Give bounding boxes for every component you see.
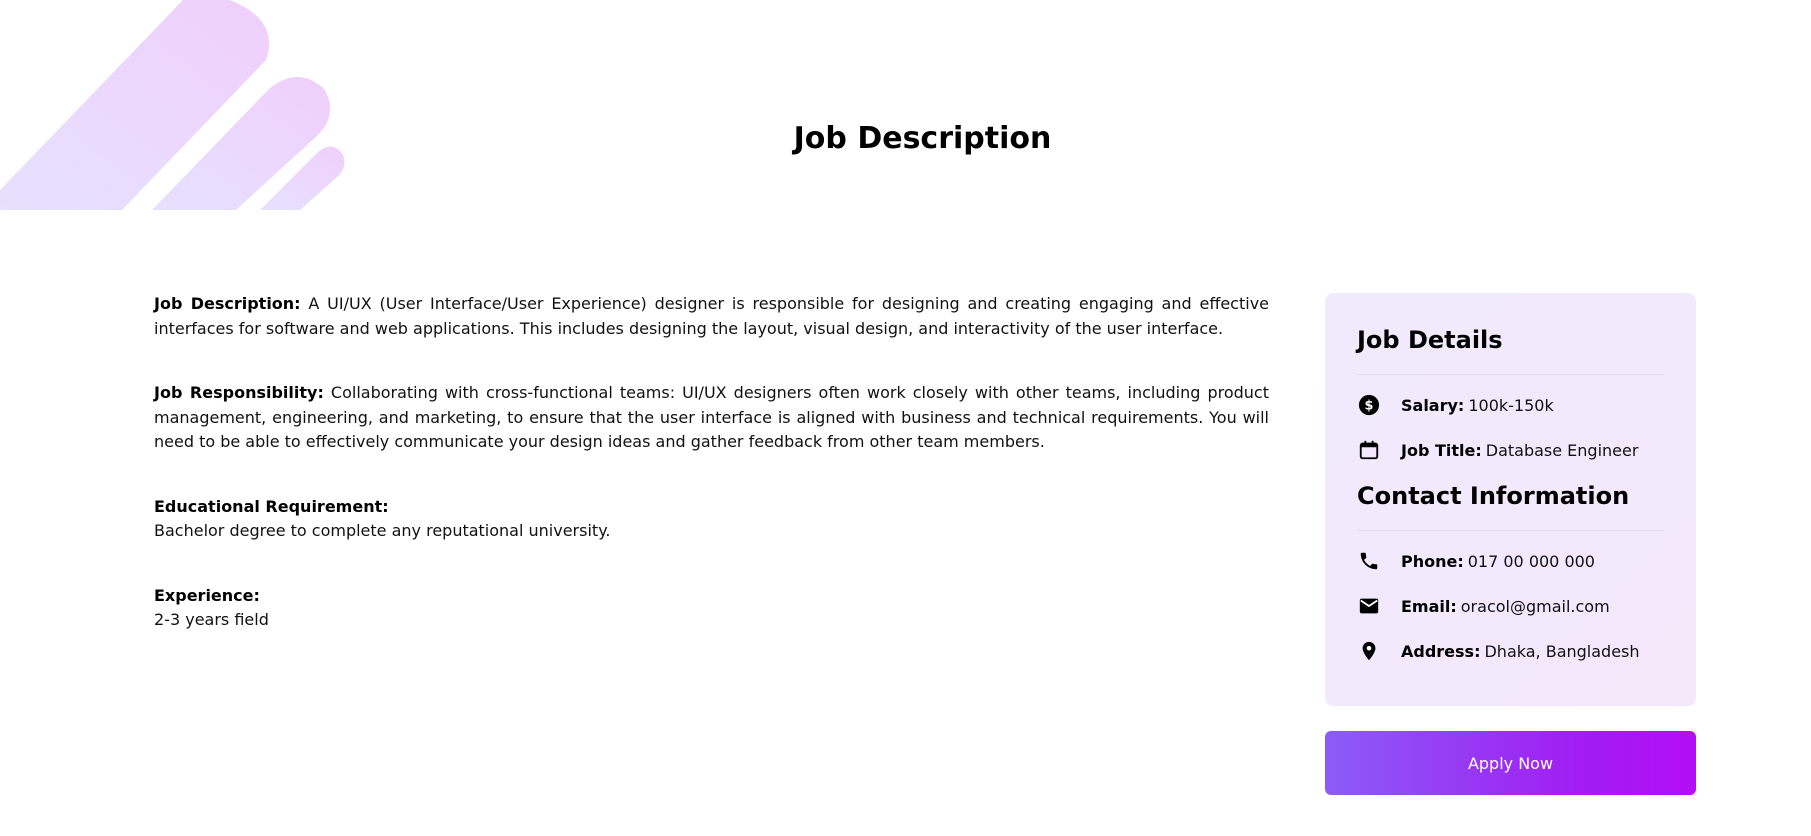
phone-label: Phone: bbox=[1401, 551, 1464, 571]
job-details-card: Job Details $ Salary: 100k-150k Job Titl… bbox=[1325, 293, 1696, 706]
educational-requirement-block: Educational Requirement: Bachelor degree… bbox=[154, 495, 1269, 544]
job-details-heading: Job Details bbox=[1357, 326, 1503, 354]
envelope-icon bbox=[1357, 594, 1381, 618]
apply-now-button[interactable]: Apply Now bbox=[1325, 731, 1696, 795]
job-responsibility-paragraph: Job Responsibility: Collaborating with c… bbox=[154, 381, 1269, 455]
divider bbox=[1357, 374, 1664, 375]
svg-text:$: $ bbox=[1365, 399, 1374, 414]
dollar-circle-icon: $ bbox=[1357, 393, 1381, 417]
job-description-section: Job Description: A UI/UX (User Interface… bbox=[154, 292, 1269, 673]
job-description-text: A UI/UX (User Interface/User Experience)… bbox=[154, 294, 1270, 338]
banner-decoration bbox=[0, 0, 345, 210]
salary-label: Salary: bbox=[1401, 395, 1465, 415]
phone-row: Phone: 017 00 000 000 bbox=[1357, 547, 1664, 575]
calendar-icon bbox=[1357, 438, 1381, 462]
experience-label: Experience: bbox=[154, 585, 260, 605]
address-label: Address: bbox=[1401, 641, 1481, 661]
address-value: Dhaka, Bangladesh bbox=[1484, 641, 1640, 661]
salary-row: $ Salary: 100k-150k bbox=[1357, 391, 1664, 419]
experience-block: Experience: 2-3 years field bbox=[154, 584, 1269, 633]
job-title-row: Job Title: Database Engineer bbox=[1357, 436, 1664, 464]
educational-requirement-label: Educational Requirement: bbox=[154, 496, 389, 516]
job-description-paragraph: Job Description: A UI/UX (User Interface… bbox=[154, 292, 1269, 341]
salary-value: 100k-150k bbox=[1468, 395, 1554, 415]
email-row: Email: oracol@gmail.com bbox=[1357, 592, 1664, 620]
job-responsibility-label: Job Responsibility: bbox=[154, 383, 324, 402]
location-pin-icon bbox=[1357, 639, 1381, 663]
experience-text: 2-3 years field bbox=[154, 610, 269, 629]
job-title-value: Database Engineer bbox=[1485, 440, 1639, 460]
email-value[interactable]: oracol@gmail.com bbox=[1461, 597, 1610, 616]
page-title: Job Description bbox=[793, 121, 1052, 156]
divider bbox=[1357, 530, 1664, 531]
page-banner: Job Description bbox=[0, 0, 1811, 210]
address-row: Address: Dhaka, Bangladesh bbox=[1357, 637, 1664, 665]
contact-information-heading: Contact Information bbox=[1357, 482, 1630, 510]
educational-requirement-text: Bachelor degree to complete any reputati… bbox=[154, 521, 611, 540]
phone-icon bbox=[1357, 549, 1381, 573]
phone-value[interactable]: 017 00 000 000 bbox=[1468, 552, 1595, 571]
job-title-label: Job Title: bbox=[1401, 440, 1482, 460]
job-description-label: Job Description: bbox=[154, 294, 301, 313]
email-label: Email: bbox=[1401, 596, 1457, 616]
